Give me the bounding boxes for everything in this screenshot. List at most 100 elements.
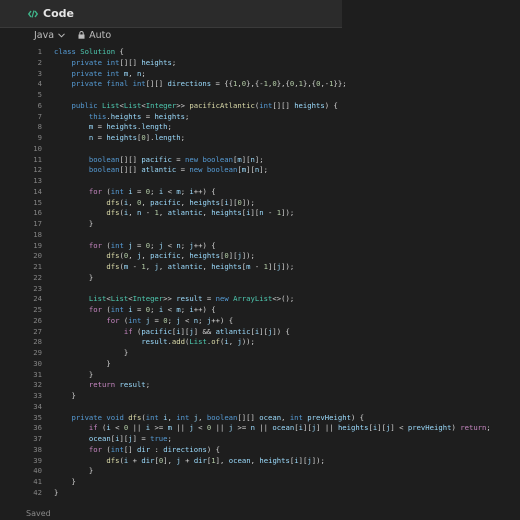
line-number: 4 [37,79,42,89]
code-token: for [88,305,103,314]
code-text: m = heights.length; [54,121,172,132]
code-token: , [167,412,177,422]
code-token: new [189,165,207,175]
line-number: 31 [33,369,42,379]
code-text: for (int j = 0; j < n; j++) { [54,315,233,326]
line-number: 41 [33,477,42,486]
code-token: ] < [390,423,408,433]
code-token: boolean [88,165,120,175]
code-token: ( [132,326,142,336]
code-text: result.add(List.of(i, j)); [54,336,255,347]
code-line: 34 [0,401,520,412]
line-number: 8 [37,122,42,132]
editor-toolbar: Java Auto [0,28,520,42]
code-line: 33 } [0,390,520,401]
code-token: ; [185,111,190,121]
code-token: boolean [202,154,234,164]
code-icon [28,9,38,19]
line-number: 33 [33,391,42,400]
chevron-down-icon [58,32,65,38]
code-token: pacific [150,197,181,207]
code-line: 31 } [0,369,520,380]
code-text: boolean[][] pacific = new boolean[m][n]; [54,154,264,165]
code-token: = [93,122,107,132]
line-number: 34 [33,401,42,411]
code-token: ], [215,455,229,465]
code-line: 29 } [0,347,520,358]
code-token: void [106,412,129,422]
code-token: dir [136,444,151,454]
code-token: >> [163,294,177,304]
code-line: 15 dfs(i, 0, pacific, heights[i][0]); [0,197,520,208]
code-token: for [88,186,103,196]
code-token: heights [154,111,185,121]
code-token: heights [211,208,242,218]
code-token: , [128,197,137,207]
code-text: boolean[][] atlantic = new boolean[m][n]… [54,164,268,175]
code-token: + [180,455,194,465]
code-token: [][] [237,412,260,422]
code-token: heights [189,197,220,207]
code-text: return result; [54,379,150,390]
code-token: prevHeight [407,423,452,433]
code-token: for [88,444,103,454]
code-token: directions [163,444,207,454]
code-token: { [115,47,124,56]
code-token: dfs [128,412,142,422]
code-token: ; [167,122,172,132]
code-line: 19 for (int j = 0; j < n; j++) { [0,240,520,251]
code-token: = [132,240,146,250]
code-token: int [106,68,124,78]
code-token: || [128,423,146,433]
code-text: this.heights = heights; [54,111,189,122]
code-text: dfs(m - 1, j, atlantic, heights[m - 1][j… [54,261,294,272]
code-token: ]); [311,455,325,465]
line-number: 42 [33,487,42,497]
line-number: 18 [33,229,42,239]
line-number: 16 [33,208,42,218]
code-line: 21 dfs(m - 1, j, atlantic, heights[m - 1… [0,261,520,272]
code-token: , [128,208,137,218]
code-line: 7 this.heights = heights; [0,111,520,122]
code-token: , [158,208,168,218]
code-line: 6 public List<List<Integer>> pacificAtla… [0,100,520,111]
code-token: dfs [106,251,120,261]
code-token: ++) { [193,186,216,196]
code-token: } [54,466,94,476]
code-text: } [54,218,93,229]
code-token: heights [110,111,142,121]
language-selector[interactable]: Java [34,30,65,41]
code-token: int [289,412,308,422]
code-line: 41 } [0,476,520,487]
code-line: 30 } [0,358,520,369]
code-token: boolean [206,165,238,175]
line-number: 2 [37,57,42,67]
code-text: } [54,358,110,369]
code-text: } [54,465,93,476]
code-editor[interactable]: 1 class Solution {2 private int[][] heigh… [0,46,520,502]
auto-indicator: Auto [78,30,111,41]
code-token: ; [150,240,159,250]
code-token: int [110,186,129,196]
code-token: ][ [303,423,312,433]
code-text: } [54,347,128,358]
line-number: 19 [33,240,42,250]
code-token: ]; [254,154,264,164]
code-token: List [88,294,107,304]
code-line: 37 ocean[i][j] = true; [0,433,520,444]
window-title: Code [43,7,74,20]
code-token: , [198,412,207,422]
code-token: - [263,208,277,218]
code-token: } [54,391,76,400]
line-number: 27 [33,326,42,336]
code-token: private [71,412,107,422]
code-token: result [119,380,146,390]
code-token: }}; [333,79,347,89]
line-number: 22 [33,272,42,282]
code-line: 38 for (int[] dir : directions) { [0,444,520,455]
